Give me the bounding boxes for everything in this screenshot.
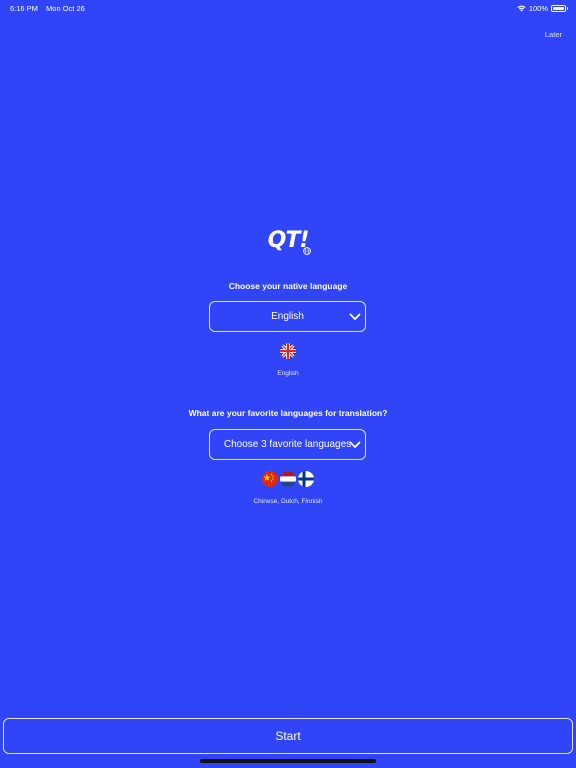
status-bar: 6:16 PM Mon Oct 26 100% <box>0 0 576 16</box>
status-date: Mon Oct 26 <box>46 3 85 13</box>
favorite-languages-caption: Chinese, Dutch, Finnish <box>253 498 323 505</box>
status-right: 100% <box>517 3 568 13</box>
home-indicator <box>200 759 376 763</box>
native-flag-row <box>0 343 576 359</box>
uk-flag-icon <box>280 343 296 359</box>
logo-text: QT! <box>268 228 312 255</box>
favorite-languages-select[interactable]: Choose 3 favorite languages <box>209 429 366 460</box>
native-language-title: Choose your native language <box>228 281 348 291</box>
favorite-flags-row <box>0 471 576 487</box>
wifi-icon <box>517 5 526 11</box>
chevron-down-icon <box>349 313 361 320</box>
china-flag-icon <box>262 471 278 487</box>
native-language-caption: English <box>277 370 299 377</box>
chevron-down-icon <box>349 441 361 448</box>
status-left: 6:16 PM Mon Oct 26 <box>10 4 91 13</box>
native-language-value: English <box>271 311 304 322</box>
later-button[interactable]: Later <box>545 30 562 39</box>
battery-icon <box>551 4 568 12</box>
globe-icon <box>303 247 312 255</box>
favorite-languages-title: What are your favorite languages for tra… <box>188 408 388 418</box>
battery-percent: 100% <box>528 3 548 13</box>
start-button[interactable]: Start <box>3 718 573 754</box>
favorite-languages-value: Choose 3 favorite languages <box>223 439 352 450</box>
finland-flag-icon <box>298 471 314 487</box>
netherlands-flag-icon <box>280 471 296 487</box>
app-logo: QT! <box>0 228 576 255</box>
status-time: 6:16 PM <box>10 3 38 13</box>
native-language-select[interactable]: English <box>209 301 366 332</box>
